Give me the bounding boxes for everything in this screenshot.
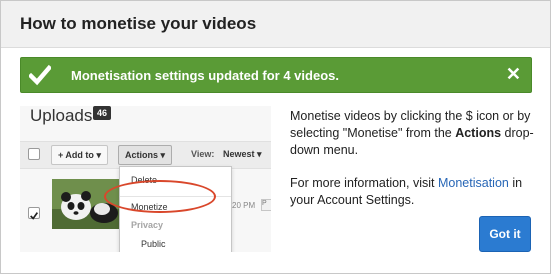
uploads-screenshot: Uploads 46 + Add to ▾ Actions ▾ View: Ne…: [20, 106, 271, 252]
row-time: 20 PM: [232, 201, 256, 210]
got-it-button[interactable]: Got it: [479, 216, 531, 252]
view-label: View:: [191, 149, 215, 159]
uploads-count-badge: 46: [93, 106, 112, 120]
check-icon: [30, 212, 39, 220]
select-all-checkbox: [28, 148, 40, 160]
dialog-title: How to monetise your videos: [20, 14, 257, 33]
close-icon[interactable]: ✕: [506, 64, 521, 85]
row-tag: P: [261, 199, 271, 211]
row-checkbox: [28, 207, 40, 220]
monetise-dialog: How to monetise your videos Monetisation…: [0, 0, 551, 274]
banner-message: Monetisation settings updated for 4 vide…: [71, 68, 339, 83]
menu-item-public: Public: [141, 239, 166, 249]
checkmark-icon: [29, 64, 51, 86]
instructions: Monetise videos by clicking the $ icon o…: [290, 108, 535, 209]
instructions-paragraph-2: For more information, visit Monetisation…: [290, 175, 535, 209]
add-to-button: + Add to ▾: [51, 145, 108, 165]
instructions-paragraph-1: Monetise videos by clicking the $ icon o…: [290, 108, 535, 159]
menu-heading-privacy: Privacy: [131, 220, 164, 230]
sort-label: Newest: [223, 149, 255, 159]
success-banner: Monetisation settings updated for 4 vide…: [20, 57, 532, 93]
add-to-label: + Add to: [58, 150, 94, 160]
chevron-down-icon: ▾: [96, 150, 101, 160]
chevron-down-icon: ▾: [257, 149, 262, 159]
dialog-header: How to monetise your videos: [1, 1, 550, 48]
sort-dropdown: Newest ▾: [223, 149, 262, 160]
actions-button: Actions ▾: [118, 145, 173, 165]
chevron-down-icon: ▾: [160, 150, 166, 160]
uploads-title: Uploads: [30, 106, 93, 125]
instructions-text: For more information, visit: [290, 176, 438, 190]
monetize-highlight-ring: [104, 180, 216, 213]
monetisation-link[interactable]: Monetisation: [438, 176, 509, 190]
actions-label: Actions: [125, 150, 159, 160]
actions-menu-name: Actions: [455, 126, 502, 140]
